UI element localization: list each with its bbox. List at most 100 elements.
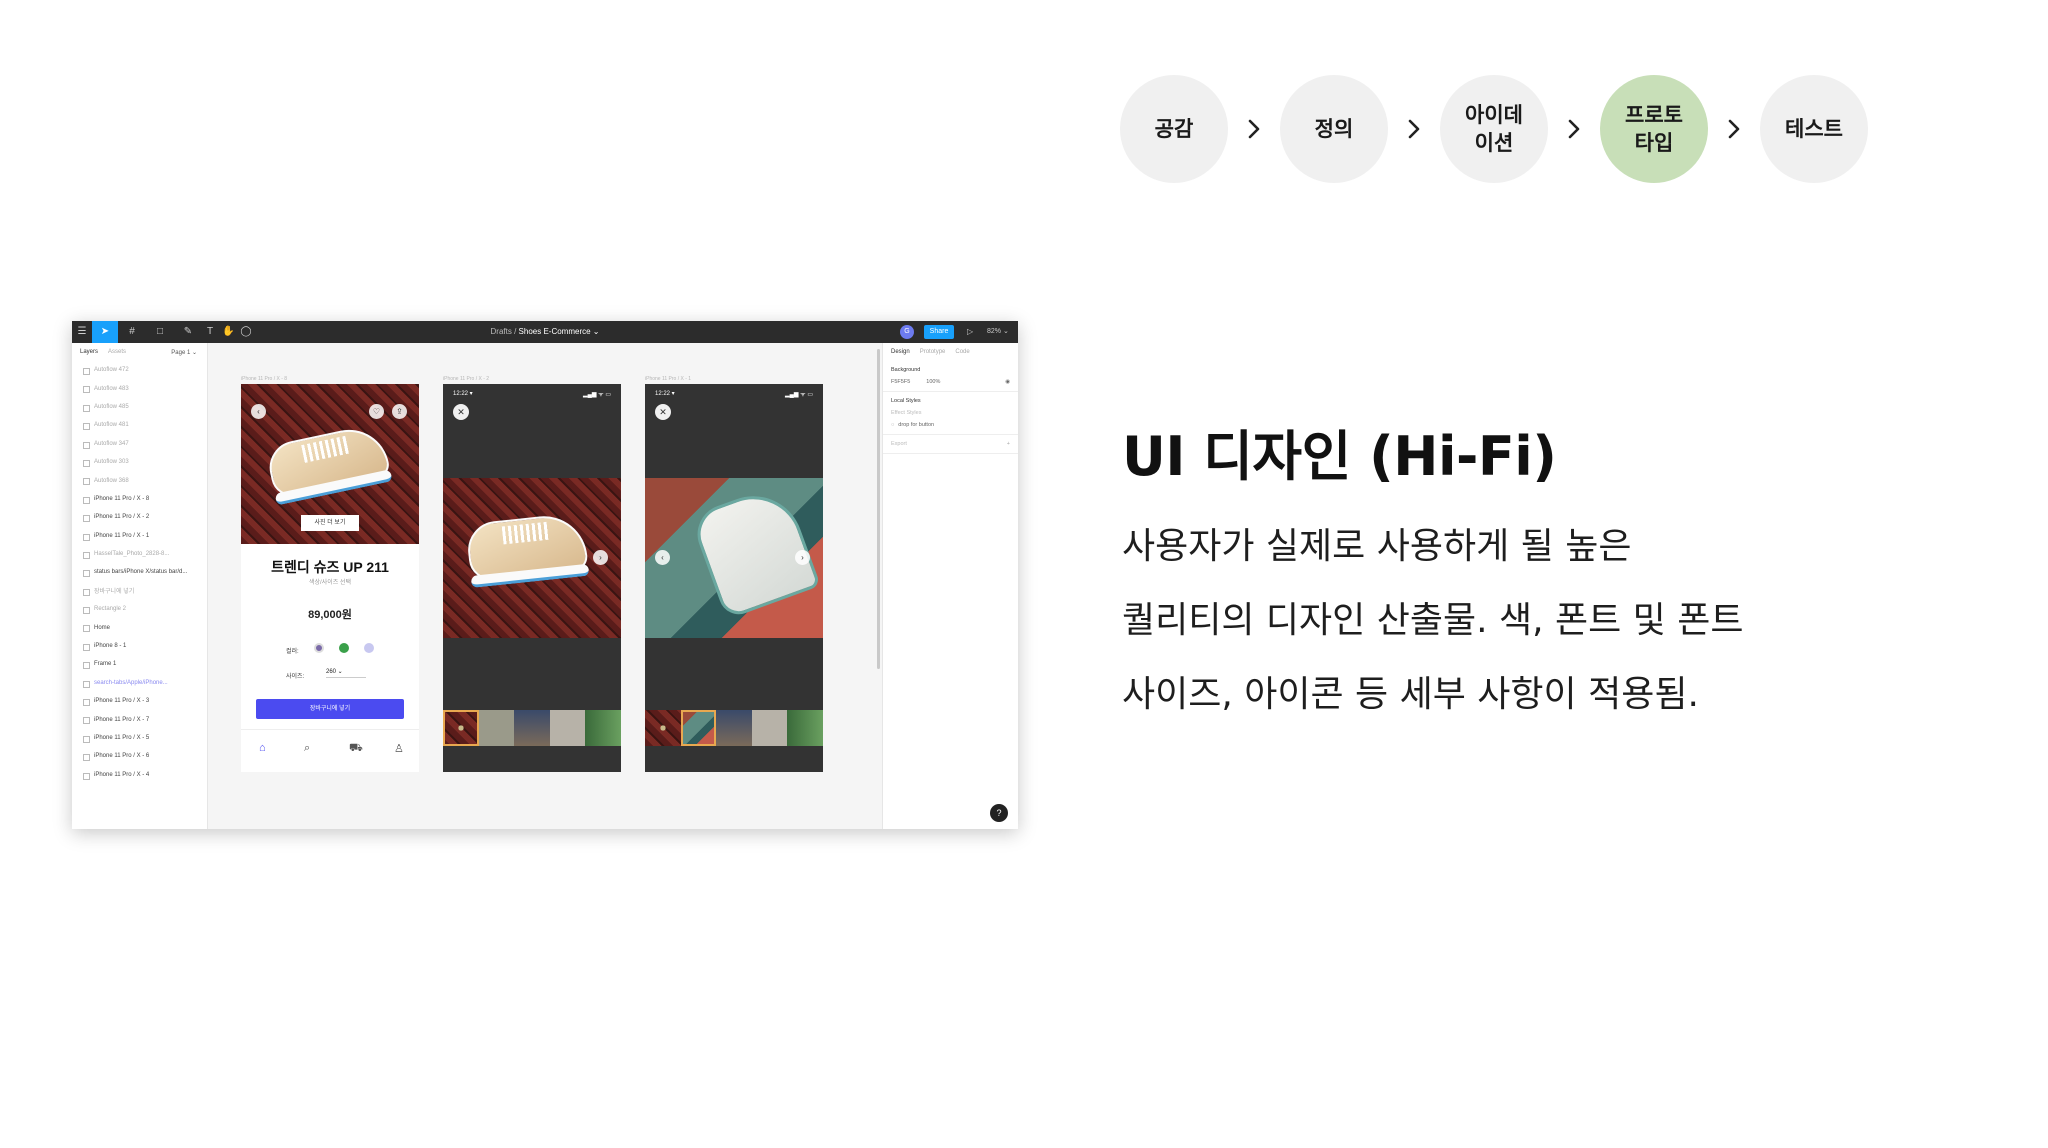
layer-item[interactable]: Autoflow 368 — [72, 471, 207, 489]
home-icon[interactable]: ⌂ — [259, 742, 266, 754]
zoom-dropdown[interactable]: 82% ⌄ — [987, 325, 1009, 339]
tab-prototype[interactable]: Prototype — [920, 349, 946, 355]
layer-item[interactable]: search-tabs/Apple/iPhone... — [72, 674, 207, 692]
step-prototype: 프로토 타입 — [1600, 75, 1708, 183]
figma-window-screenshot: ☰ ➤ # □ ✎ T ✋ ◯ Drafts / Shoes E-Commerc… — [72, 321, 1018, 829]
close-icon[interactable]: ✕ — [453, 404, 469, 420]
layer-item[interactable]: iPhone 11 Pro / X - 5 — [72, 729, 207, 747]
file-name[interactable]: Shoes E-Commerce ⌄ — [519, 327, 600, 336]
layer-item[interactable]: Autoflow 481 — [72, 416, 207, 434]
layer-item[interactable]: iPhone 11 Pro / X - 2 — [72, 508, 207, 526]
bottom-nav: ⌂ ⌕ ⛟ ♙ — [241, 729, 419, 769]
step-ideate: 아이데 이션 — [1440, 75, 1548, 183]
thumbnail[interactable] — [680, 710, 717, 746]
background-opacity[interactable]: 100% — [926, 379, 940, 385]
layer-item[interactable]: iPhone 11 Pro / X - 3 — [72, 692, 207, 710]
layer-item[interactable]: iPhone 11 Pro / X - 6 — [72, 747, 207, 765]
section-heading: UI 디자인 (Hi-Fi) — [1122, 425, 1557, 488]
layer-item[interactable]: iPhone 11 Pro / X - 7 — [72, 710, 207, 728]
layer-item[interactable]: Autoflow 472 — [72, 361, 207, 379]
design-panel: Design Prototype Code Background F5F5F5 … — [882, 343, 1018, 829]
color-swatch[interactable] — [314, 643, 324, 653]
style-row[interactable]: ◌ drop for button — [891, 422, 1010, 428]
layer-item[interactable]: Autoflow 485 — [72, 398, 207, 416]
breadcrumb-drafts[interactable]: Drafts / — [491, 327, 519, 336]
present-play-icon[interactable]: ▷ — [967, 325, 973, 339]
design-canvas[interactable]: iPhone 11 Pro / X - 8 iPhone 11 Pro / X … — [208, 343, 882, 829]
thumbnail[interactable] — [716, 710, 752, 746]
thumbnail[interactable] — [585, 710, 621, 746]
layer-item[interactable]: iPhone 8 - 1 — [72, 637, 207, 655]
layer-item[interactable]: Autoflow 347 — [72, 435, 207, 453]
share-icon[interactable]: ⇪ — [392, 404, 407, 419]
sneaker-image — [264, 422, 393, 506]
thumbnail[interactable] — [751, 710, 788, 746]
add-to-cart-button[interactable]: 장바구니에 넣기 — [256, 699, 404, 719]
thumbnail-strip — [443, 710, 621, 746]
heart-icon[interactable]: ♡ — [369, 404, 384, 419]
thumbnail[interactable] — [514, 710, 550, 746]
process-steps: 공감 정의 아이데 이션 프로토 타입 테스트 — [1120, 74, 1868, 184]
avatar[interactable]: G — [900, 325, 914, 339]
product-name: 트렌디 슈즈 UP 211 — [271, 559, 389, 575]
share-button[interactable]: Share — [924, 325, 954, 339]
help-button[interactable]: ? — [990, 804, 1008, 822]
layer-item[interactable]: status bars/iPhone X/status bar/d... — [72, 563, 207, 581]
layer-item[interactable]: Autoflow 303 — [72, 453, 207, 471]
layer-item[interactable]: Rectangle 2 — [72, 600, 207, 618]
thumbnail[interactable] — [787, 710, 823, 746]
more-photos-tag[interactable]: 사진 더 보기 — [301, 515, 359, 531]
canvas-scrollbar[interactable] — [877, 349, 880, 669]
step-test: 테스트 — [1760, 75, 1868, 183]
search-icon[interactable]: ⌕ — [304, 742, 310, 755]
background-label: Background — [891, 367, 921, 373]
thumbnail[interactable] — [478, 710, 515, 746]
thumbnail[interactable] — [443, 710, 479, 746]
background-row: F5F5F5 100% ◉ — [891, 379, 1010, 385]
next-arrow-icon[interactable]: › — [795, 550, 810, 565]
background-hex[interactable]: F5F5F5 — [891, 379, 910, 385]
description-line: 사용자가 실제로 사용하게 될 높은 — [1122, 526, 1632, 567]
layers-panel-tabs: Layers Assets Page 1 ⌄ — [72, 343, 207, 361]
close-icon[interactable]: ✕ — [655, 404, 671, 420]
tab-code[interactable]: Code — [955, 349, 969, 355]
layer-item[interactable]: HasselTale_Photo_2828-8... — [72, 545, 207, 563]
page-selector[interactable]: Page 1 ⌄ — [171, 349, 197, 356]
viewer-photo: ‹ › — [645, 478, 823, 638]
prev-arrow-icon[interactable]: ‹ — [655, 550, 670, 565]
style-name: drop for button — [898, 422, 935, 428]
back-arrow-icon[interactable]: ‹ — [251, 404, 266, 419]
tab-assets[interactable]: Assets — [108, 349, 126, 355]
sneaker-image — [465, 511, 590, 588]
layer-item[interactable]: 장바구니에 넣기 — [72, 582, 207, 600]
thumbnail[interactable] — [549, 710, 586, 746]
next-arrow-icon[interactable]: › — [593, 550, 608, 565]
frame-label: iPhone 11 Pro / X - 2 — [443, 376, 490, 382]
color-swatch[interactable] — [339, 643, 349, 653]
layer-item[interactable]: iPhone 11 Pro / X - 4 — [72, 766, 207, 784]
tab-layers[interactable]: Layers — [80, 349, 98, 355]
step-define: 정의 — [1280, 75, 1388, 183]
frame-label: iPhone 11 Pro / X - 1 — [645, 376, 692, 382]
status-time: 12:22 ▾ — [453, 391, 473, 397]
cart-icon[interactable]: ⛟ — [349, 742, 363, 756]
photo-viewer-frame[interactable]: 12:22 ▾ ▂▄▆ ᯤ ▭ ✕ ‹ › — [645, 384, 823, 772]
photo-viewer-frame[interactable]: 12:22 ▾ ▂▄▆ ᯤ ▭ ✕ › — [443, 384, 621, 772]
color-swatch[interactable] — [364, 643, 374, 653]
layer-item[interactable]: iPhone 11 Pro / X - 8 — [72, 490, 207, 508]
tab-design[interactable]: Design — [891, 349, 910, 355]
figma-toolbar: ☰ ➤ # □ ✎ T ✋ ◯ Drafts / Shoes E-Commerc… — [72, 321, 1018, 343]
size-select[interactable]: 260 ⌄ — [326, 668, 366, 678]
layer-item[interactable]: Home — [72, 618, 207, 636]
plus-icon[interactable]: + — [1007, 441, 1010, 447]
product-detail-frame[interactable]: ‹ ♡ ⇪ 사진 더 보기 트렌디 슈즈 UP 211 색상/사이즈 선택 89… — [241, 384, 419, 772]
layer-item[interactable]: iPhone 11 Pro / X - 1 — [72, 527, 207, 545]
design-panel-tabs: Design Prototype Code — [883, 343, 1018, 361]
user-icon[interactable]: ♙ — [394, 742, 404, 755]
frame-label: iPhone 11 Pro / X - 8 — [241, 376, 288, 382]
layer-item[interactable]: Autoflow 483 — [72, 379, 207, 397]
layers-panel: Layers Assets Page 1 ⌄ Autoflow 472 Auto… — [72, 343, 208, 829]
eye-icon[interactable]: ◉ — [1005, 379, 1010, 385]
layer-item[interactable]: Frame 1 — [72, 655, 207, 673]
thumbnail[interactable] — [645, 710, 681, 746]
